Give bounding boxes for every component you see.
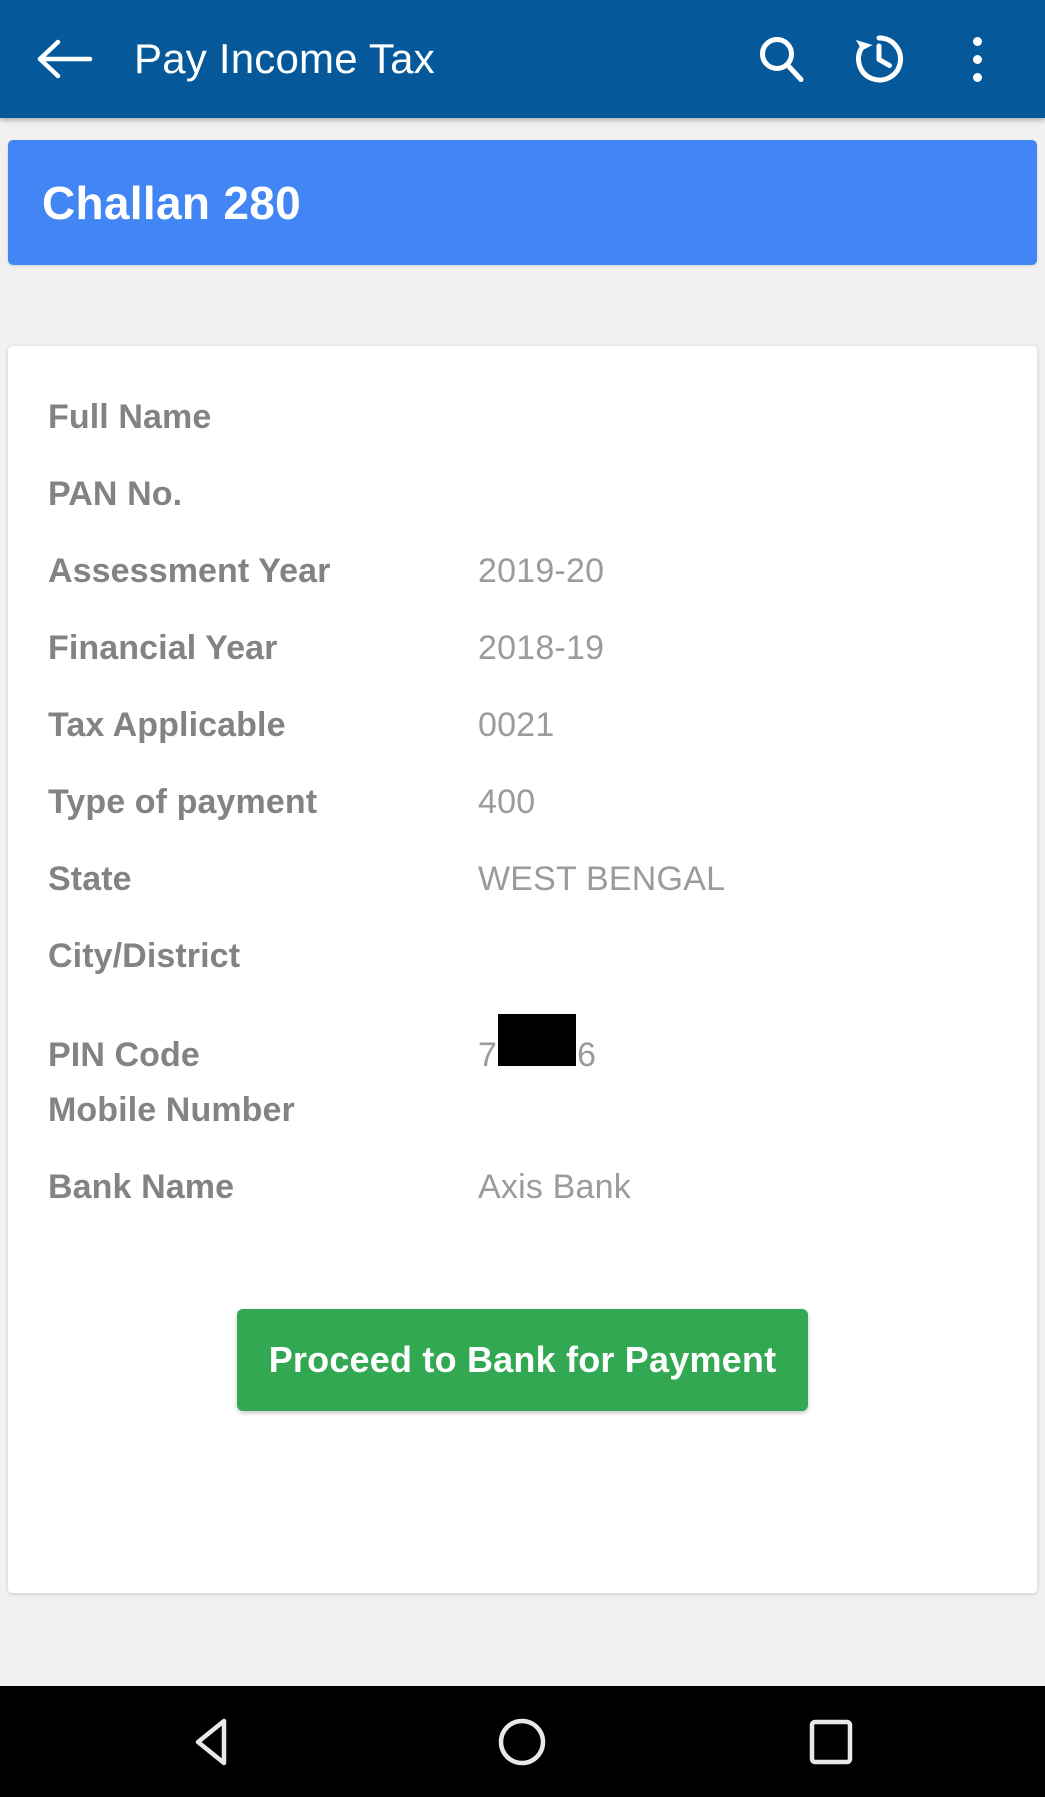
detail-row-type-of-payment: Type of payment 400 xyxy=(48,783,997,860)
pin-prefix: 7 xyxy=(478,1036,498,1074)
field-value: 2019-20 xyxy=(478,552,605,590)
page-title: Pay Income Tax xyxy=(134,35,435,82)
field-value: Axis Bank xyxy=(478,1168,631,1206)
search-icon[interactable] xyxy=(753,31,809,87)
detail-row-tax-applicable: Tax Applicable 0021 xyxy=(48,706,997,783)
content-area: Challan 280 Full Name PAN No. Assessment… xyxy=(0,118,1045,1686)
overflow-dot xyxy=(972,36,982,46)
field-label: Full Name xyxy=(48,398,212,436)
nav-back-triangle-icon[interactable] xyxy=(154,1686,274,1797)
detail-row-assessment-year: Assessment Year 2019-20 xyxy=(48,552,997,629)
field-label: City/District xyxy=(48,937,241,975)
detail-row-pan-no: PAN No. xyxy=(48,475,997,552)
detail-row-city-district: City/District xyxy=(48,937,997,1014)
field-value: 0021 xyxy=(478,706,555,744)
detail-row-financial-year: Financial Year 2018-19 xyxy=(48,629,997,706)
challan-banner-title: Challan 280 xyxy=(42,176,301,229)
nav-recents-square-icon[interactable] xyxy=(771,1686,891,1797)
app-bar-actions xyxy=(753,31,1005,87)
field-label: PAN No. xyxy=(48,475,183,513)
detail-rows: Full Name PAN No. Assessment Year 2019-2… xyxy=(8,346,1037,1411)
field-value: 2018-19 xyxy=(478,629,605,667)
field-value-redacted: 76 xyxy=(478,1014,997,1075)
overflow-menu-icon[interactable] xyxy=(949,31,1005,87)
field-label: PIN Code xyxy=(48,1036,200,1074)
field-label: Mobile Number xyxy=(48,1091,295,1129)
challan-banner[interactable]: Challan 280 xyxy=(8,140,1037,265)
field-label: State xyxy=(48,860,132,898)
field-label: Financial Year xyxy=(48,629,278,667)
field-label: Tax Applicable xyxy=(48,706,286,744)
history-icon[interactable] xyxy=(851,31,907,87)
app-screen: Pay Income Tax Challan 280 Full Name PAN… xyxy=(0,0,1045,1797)
challan-details-card: Full Name PAN No. Assessment Year 2019-2… xyxy=(8,346,1037,1593)
detail-row-bank-name: Bank Name Axis Bank xyxy=(48,1168,997,1245)
detail-row-mobile-number: Mobile Number xyxy=(48,1091,997,1168)
back-arrow-icon[interactable] xyxy=(34,28,96,90)
nav-home-circle-icon[interactable] xyxy=(462,1686,582,1797)
detail-row-state: State WEST BENGAL xyxy=(48,860,997,937)
field-label: Bank Name xyxy=(48,1168,235,1206)
field-value: WEST BENGAL xyxy=(478,860,726,898)
app-bar: Pay Income Tax xyxy=(0,0,1045,118)
proceed-to-bank-button[interactable]: Proceed to Bank for Payment xyxy=(236,1309,809,1411)
field-value: 400 xyxy=(478,783,536,821)
field-label: Type of payment xyxy=(48,783,318,821)
overflow-dot xyxy=(972,54,982,64)
field-label: Assessment Year xyxy=(48,552,331,590)
overflow-dot xyxy=(972,72,982,82)
detail-row-pin-code: PIN Code 76 xyxy=(48,1014,997,1091)
android-nav-bar xyxy=(0,1686,1045,1797)
redaction-box xyxy=(498,1014,577,1066)
proceed-button-wrapper: Proceed to Bank for Payment xyxy=(48,1309,997,1411)
pin-suffix: 6 xyxy=(577,1036,597,1074)
detail-row-full-name: Full Name xyxy=(48,398,997,475)
